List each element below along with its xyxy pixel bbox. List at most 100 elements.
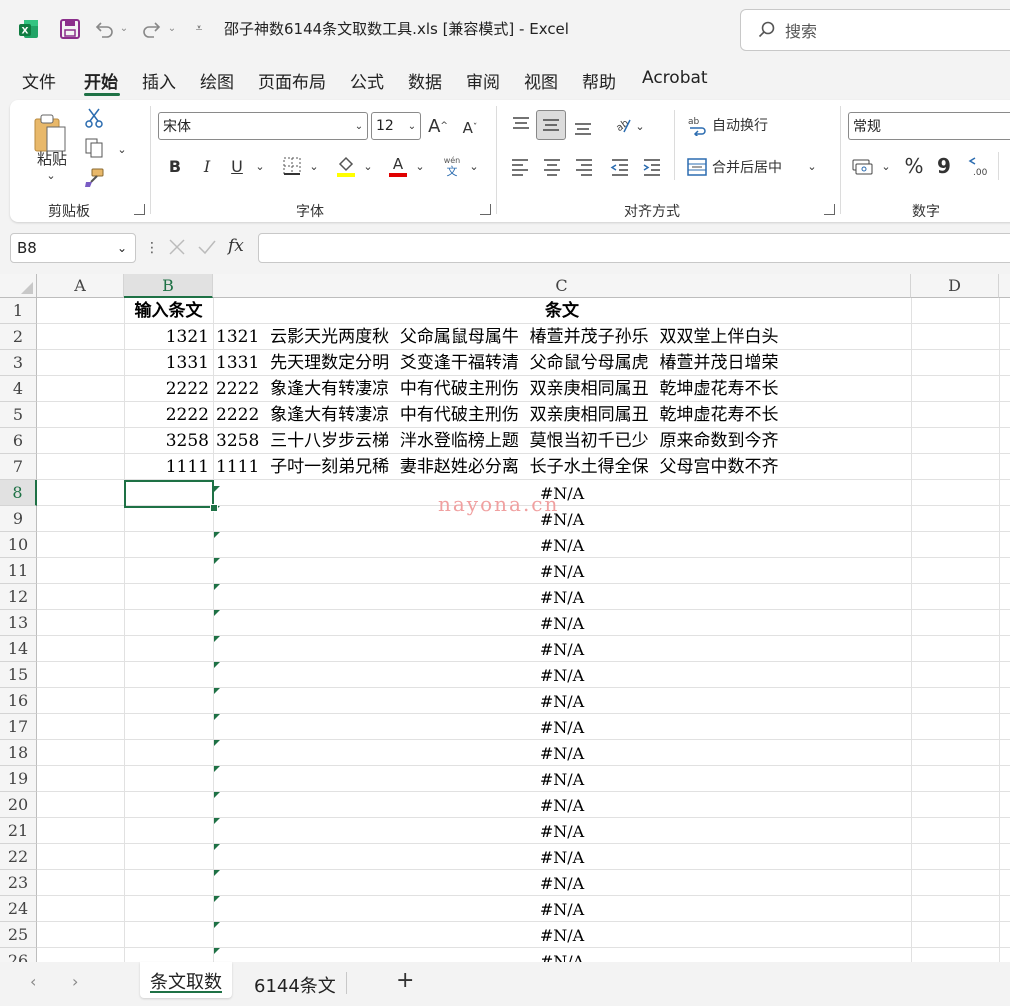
undo-dropdown-icon[interactable]: ⌄ xyxy=(118,20,130,36)
paste-label[interactable]: 粘贴 xyxy=(32,148,72,168)
undo-icon[interactable] xyxy=(92,17,116,41)
merge-dropdown-icon[interactable]: ⌄ xyxy=(806,158,818,174)
row-header[interactable]: 18 xyxy=(0,740,37,766)
menu-formulas[interactable]: 公式 xyxy=(350,68,384,93)
customize-qat-icon[interactable]: ⩡ xyxy=(192,20,206,36)
error-indicator-icon[interactable] xyxy=(214,714,220,720)
cancel-entry-icon[interactable] xyxy=(166,236,190,260)
align-right-icon[interactable] xyxy=(572,154,596,178)
row-header[interactable]: 10 xyxy=(0,532,37,558)
format-painter-icon[interactable] xyxy=(82,166,106,190)
underline-dropdown-icon[interactable]: ⌄ xyxy=(254,158,266,174)
spreadsheet-grid[interactable]: A B C D 1 2 3 4 5 6 7 8 9 10 11 12 13 14 15 16 17 18 19 20 2… xyxy=(0,274,1010,964)
error-indicator-icon[interactable] xyxy=(214,584,220,590)
cell-c[interactable]: 2222 象逢大有转凄凉 中有代破主刑伤 双亲庚相同属丑 乾坤虚花寿不长 xyxy=(216,376,906,402)
column-header-c[interactable]: C xyxy=(213,274,911,298)
font-color-dropdown-icon[interactable]: ⌄ xyxy=(414,158,426,174)
comma-style-button[interactable]: 9 xyxy=(934,152,954,180)
font-name-select[interactable]: 宋体 ⌄ xyxy=(158,112,368,140)
cell-c-error[interactable]: #N/A xyxy=(213,688,911,714)
menu-data[interactable]: 数据 xyxy=(408,68,442,93)
cell-c-error[interactable]: #N/A xyxy=(213,792,911,818)
phonetic-dropdown-icon[interactable]: ⌄ xyxy=(468,158,480,174)
row-header[interactable]: 12 xyxy=(0,584,37,610)
cell-c[interactable]: 1331 先天理数定分明 爻变逢干福转清 父命鼠兮母属虎 椿萱并茂日增荣 xyxy=(216,350,906,376)
cell-c1[interactable]: 条文 xyxy=(213,298,911,324)
phonetic-guide-icon[interactable]: wén 文 xyxy=(438,152,466,180)
paste-dropdown-icon[interactable]: ⌄ xyxy=(44,168,58,182)
row-header[interactable]: 9 xyxy=(0,506,37,532)
cell-c[interactable]: 3258 三十八岁步云梯 泮水登临榜上题 莫恨当初千已少 原来命数到今齐 xyxy=(216,428,906,454)
column-header-e[interactable] xyxy=(999,274,1010,298)
align-bottom-icon[interactable] xyxy=(570,114,596,140)
cell-c-error[interactable]: #N/A xyxy=(213,506,911,532)
cell-c-error[interactable]: #N/A xyxy=(213,766,911,792)
select-all-corner[interactable] xyxy=(0,274,37,298)
cell-b[interactable]: 3258 xyxy=(124,428,209,454)
increase-font-size-icon[interactable]: A ^ xyxy=(426,114,450,138)
row-header[interactable]: 23 xyxy=(0,870,37,896)
row-header[interactable]: 24 xyxy=(0,896,37,922)
cell-b[interactable]: 1111 xyxy=(124,454,209,480)
error-indicator-icon[interactable] xyxy=(214,818,220,824)
row-header[interactable]: 20 xyxy=(0,792,37,818)
accounting-dropdown-icon[interactable]: ⌄ xyxy=(880,158,892,174)
error-indicator-icon[interactable] xyxy=(214,662,220,668)
cell-c[interactable]: 1321 云影天光两度秋 父命属鼠母属牛 椿萱并茂子孙乐 双双堂上伴白头 xyxy=(216,324,906,350)
menu-acrobat[interactable]: Acrobat xyxy=(642,68,708,88)
scroll-right-icon[interactable]: › xyxy=(72,972,78,991)
sheet-tab-6144[interactable]: 6144条文 xyxy=(254,972,336,998)
cell-c-error[interactable]: #N/A xyxy=(213,922,911,948)
row-header[interactable]: 8 xyxy=(0,480,37,506)
error-indicator-icon[interactable] xyxy=(214,766,220,772)
active-cell-b8[interactable] xyxy=(124,480,214,508)
fill-color-icon[interactable] xyxy=(334,152,358,180)
cell-c-error[interactable]: #N/A xyxy=(213,740,911,766)
error-indicator-icon[interactable] xyxy=(214,844,220,850)
row-header[interactable]: 6 xyxy=(0,428,37,454)
add-sheet-icon[interactable]: + xyxy=(396,968,414,993)
decrease-indent-icon[interactable] xyxy=(608,154,632,178)
orientation-dropdown-icon[interactable]: ⌄ xyxy=(634,118,646,134)
error-indicator-icon[interactable] xyxy=(214,688,220,694)
cell-b[interactable]: 2222 xyxy=(124,376,209,402)
percent-style-button[interactable]: % xyxy=(902,152,926,180)
menu-file[interactable]: 文件 xyxy=(22,68,56,93)
column-header-a[interactable]: A xyxy=(37,274,124,298)
cell-c[interactable]: 1111 子吋一刻弟兄稀 妻非赵姓必分离 长子水土得全保 父母宫中数不齐 xyxy=(216,454,906,480)
search-box[interactable]: 搜索 xyxy=(740,9,1010,51)
cell-b[interactable]: 1331 xyxy=(124,350,209,376)
merge-center-button[interactable]: 合并后居中 xyxy=(686,154,810,180)
menu-page-layout[interactable]: 页面布局 xyxy=(258,68,326,93)
redo-dropdown-icon[interactable]: ⌄ xyxy=(166,20,178,36)
orientation-icon[interactable]: ab xyxy=(608,112,634,138)
align-center-icon[interactable] xyxy=(540,154,564,178)
cell-b[interactable]: 1321 xyxy=(124,324,209,350)
error-indicator-icon[interactable] xyxy=(214,896,220,902)
row-header[interactable]: 14 xyxy=(0,636,37,662)
borders-dropdown-icon[interactable]: ⌄ xyxy=(308,158,320,174)
error-indicator-icon[interactable] xyxy=(214,636,220,642)
cell-c-error[interactable]: #N/A xyxy=(213,714,911,740)
row-header[interactable]: 4 xyxy=(0,376,37,402)
row-header[interactable]: 16 xyxy=(0,688,37,714)
error-indicator-icon[interactable] xyxy=(214,740,220,746)
increase-decimal-icon[interactable]: .00 xyxy=(966,152,992,180)
menu-draw[interactable]: 绘图 xyxy=(200,68,234,93)
error-indicator-icon[interactable] xyxy=(214,870,220,876)
copy-icon[interactable] xyxy=(82,136,106,160)
row-header[interactable]: 11 xyxy=(0,558,37,584)
row-header[interactable]: 25 xyxy=(0,922,37,948)
bold-button[interactable]: B xyxy=(164,154,186,178)
cell-c-error[interactable]: #N/A xyxy=(213,558,911,584)
row-header[interactable]: 7 xyxy=(0,454,37,480)
increase-indent-icon[interactable] xyxy=(640,154,664,178)
cell-c-error[interactable]: #N/A xyxy=(213,584,911,610)
font-dialog-launcher[interactable] xyxy=(480,204,491,215)
save-icon[interactable] xyxy=(58,17,82,41)
cell-c-error[interactable]: #N/A xyxy=(213,480,911,506)
alignment-dialog-launcher[interactable] xyxy=(824,204,835,215)
row-header[interactable]: 13 xyxy=(0,610,37,636)
redo-icon[interactable] xyxy=(140,17,164,41)
number-format-select[interactable]: 常规 xyxy=(848,112,1010,140)
